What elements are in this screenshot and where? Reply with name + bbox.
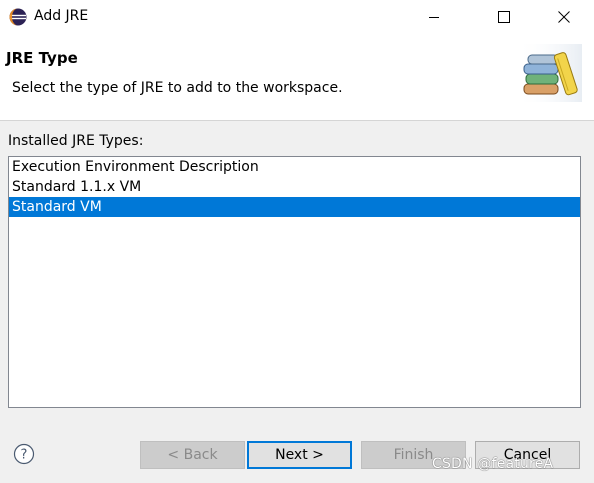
content-area: Installed JRE Types: Execution Environme… [0, 121, 594, 483]
button-bar: ? < Back Next > Finish Cancel CSDN @feat… [0, 441, 594, 483]
wizard-header: JRE Type Select the type of JRE to add t… [0, 34, 594, 121]
list-item-standard-vm[interactable]: Standard VM [9, 197, 580, 217]
window-title: Add JRE [34, 8, 89, 24]
jre-types-list[interactable]: Execution Environment Description Standa… [8, 156, 581, 408]
installed-jre-types-label: Installed JRE Types: [8, 133, 144, 149]
page-title: JRE Type [6, 49, 78, 67]
list-item-execution-environment-description[interactable]: Execution Environment Description [9, 157, 580, 177]
close-icon [558, 11, 570, 23]
list-item-standard-1-1-x-vm[interactable]: Standard 1.1.x VM [9, 177, 580, 197]
back-button[interactable]: < Back [140, 441, 245, 469]
svg-text:?: ? [21, 448, 28, 463]
maximize-icon [498, 11, 510, 23]
title-bar: Add JRE [0, 0, 594, 34]
books-icon [516, 44, 582, 102]
minimize-icon [428, 11, 440, 23]
minimize-button[interactable] [411, 0, 457, 34]
watermark: CSDN @featureA [432, 456, 554, 472]
page-description: Select the type of JRE to add to the wor… [12, 80, 343, 96]
eclipse-icon [9, 8, 27, 26]
close-button[interactable] [541, 0, 587, 34]
help-icon[interactable]: ? [13, 443, 35, 465]
next-button[interactable]: Next > [247, 441, 352, 469]
maximize-button[interactable] [481, 0, 527, 34]
